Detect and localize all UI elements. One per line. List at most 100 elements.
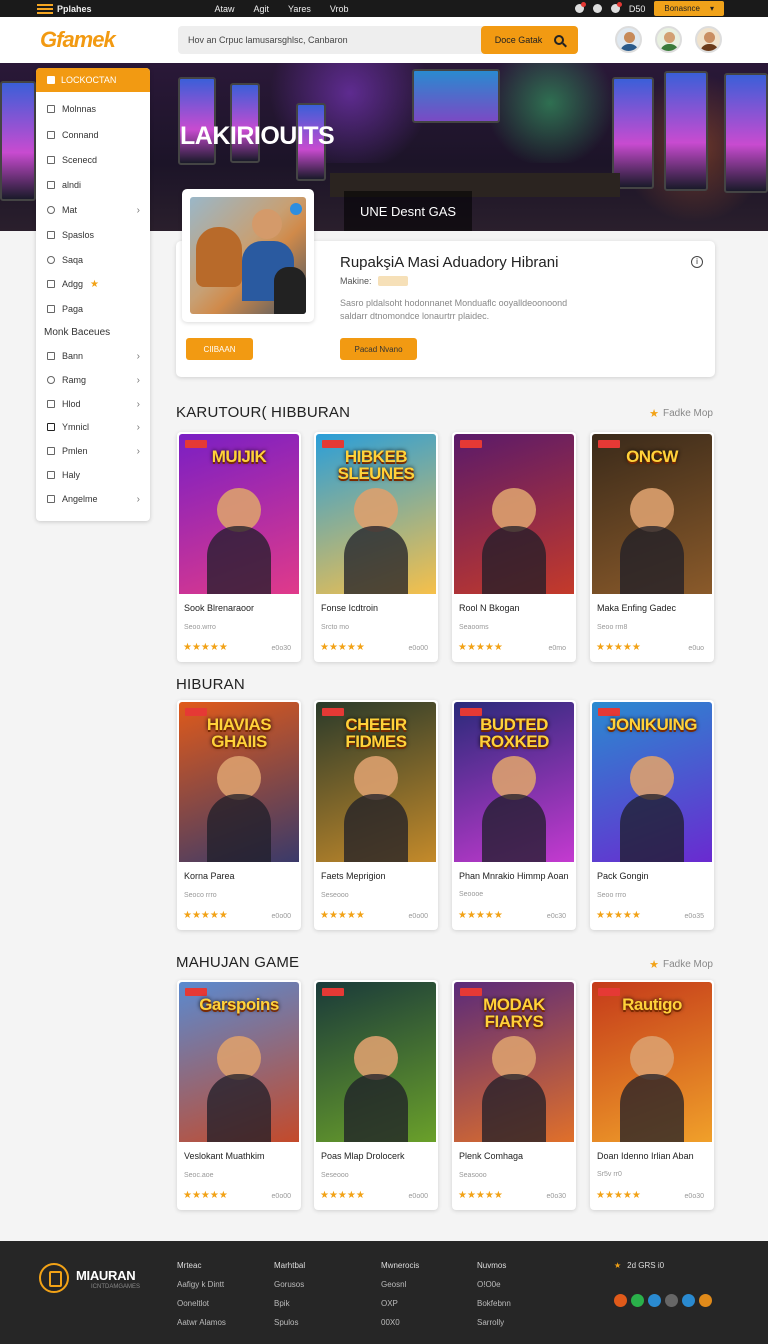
footer-link[interactable]: Aafigy k Dintt <box>177 1280 226 1299</box>
avatar[interactable] <box>615 26 642 53</box>
site-logo[interactable]: Gfamek <box>40 27 116 53</box>
home-icon <box>47 105 55 113</box>
featured-title[interactable]: RupakşiA Masi Aduadory Hibrani <box>340 254 558 271</box>
footer-link[interactable]: Ooneltlot <box>177 1299 226 1318</box>
game-subtitle: Sr5v rr0 <box>597 1171 622 1178</box>
game-title[interactable]: Fonse Icdtroin <box>321 603 433 614</box>
game-title[interactable]: Maka Enfing Gadec <box>597 603 709 614</box>
star-icon: ★ <box>649 408 659 420</box>
sidebar-item[interactable]: Bann › <box>36 347 150 365</box>
bonus-button[interactable]: Bonasnce ▾ <box>654 1 724 16</box>
sidebar-item[interactable]: Spaslos <box>36 226 150 244</box>
search-input[interactable]: Hov an Crpuc lamusarsghlsc, Canbaron <box>188 35 478 45</box>
sidebar-item[interactable]: Molnnas <box>36 100 150 118</box>
sidebar-item[interactable]: Hlod › <box>36 395 150 413</box>
page-icon <box>47 231 55 239</box>
social-icon[interactable] <box>631 1294 644 1307</box>
footer-link[interactable]: Sarrolly <box>477 1318 511 1337</box>
avatar[interactable] <box>695 26 722 53</box>
game-card[interactable]: Poas Mlap Drolocerk Seseooo ★★★★★ e0o00 <box>314 980 438 1210</box>
sidebar-item[interactable]: Connand <box>36 126 150 144</box>
footer-logo-icon[interactable] <box>39 1263 69 1293</box>
game-card[interactable]: Rool N Bkogan Seaooms ★★★★★ e0mo <box>452 432 576 662</box>
search-button[interactable]: Doce Gatak <box>481 26 578 54</box>
game-card[interactable]: Rautigo Doan Idenno Irlian Aban Sr5v rr0 ★★… <box>590 980 714 1210</box>
play-count: e0o00 <box>408 913 428 920</box>
footer-link[interactable]: Bpik <box>274 1299 305 1318</box>
sidebar-header[interactable]: LOCKOCTAN <box>36 68 150 92</box>
sidebar-item[interactable]: Paga <box>36 300 150 318</box>
settings-icon[interactable] <box>592 4 602 13</box>
game-card[interactable]: BUDTED ROXKED Phan Mnrakio Himmp Aoan Seoo… <box>452 700 576 930</box>
game-card[interactable]: MUIJIK Sook Blrenaraoor Seoo.wrro ★★★★★ e0o3… <box>177 432 301 662</box>
avatar[interactable] <box>655 26 682 53</box>
social-icon[interactable] <box>699 1294 712 1307</box>
footer-link[interactable]: O!O0e <box>477 1280 511 1299</box>
footer-column: Mrteac Aafigy k Dintt Ooneltlot Aatwr Al… <box>177 1261 226 1337</box>
game-card[interactable]: Garspoins Veslokant Muathkim Seoc.aoe ★★★★★… <box>177 980 301 1210</box>
footer-link[interactable]: Bokfebnn <box>477 1299 511 1318</box>
featured-thumbnail[interactable] <box>182 189 314 322</box>
game-title[interactable]: Plenk Comhaga <box>459 1151 571 1162</box>
game-title[interactable]: Korna Parea <box>184 871 296 882</box>
search-bar[interactable]: Hov an Crpuc lamusarsghlsc, Canbaron Doc… <box>178 26 578 54</box>
game-title[interactable]: Poas Mlap Drolocerk <box>321 1151 433 1162</box>
header: Gfamek Hov an Crpuc lamusarsghlsc, Canba… <box>0 17 768 63</box>
notification-icon[interactable] <box>574 2 586 13</box>
secondary-button[interactable]: Pacad Nvano <box>340 338 417 360</box>
sidebar-item[interactable]: Pmlen › <box>36 442 150 460</box>
featured-description: Sasro pldalsoht hodonnanet Monduaflc ooy… <box>340 298 568 321</box>
game-title[interactable]: Phan Mnrakio Himmp Aoan <box>459 871 571 882</box>
sidebar-item[interactable]: Ramg › <box>36 371 150 389</box>
game-subtitle: Seoooe <box>459 891 484 898</box>
game-card[interactable]: HIBKEB SLEUNES Fonse Icdtroin Srcto mo ★★★★… <box>314 432 438 662</box>
chevron-right-icon: › <box>136 421 140 433</box>
game-card[interactable]: CHEEIR FIDMES Faets Meprigion Seseooo ★★★★★… <box>314 700 438 930</box>
info-icon[interactable]: i <box>691 256 703 268</box>
play-count: e0o00 <box>408 1193 428 1200</box>
sidebar-item[interactable]: Haly <box>36 466 150 484</box>
game-title[interactable]: Doan Idenno Irlian Aban <box>597 1151 709 1162</box>
top-brand[interactable]: Pplahes <box>57 4 92 14</box>
game-card[interactable]: JONIKUING Pack Gongin Seoo rrro ★★★★★ e0o35 <box>590 700 714 930</box>
message-icon[interactable] <box>610 2 622 13</box>
footer-link[interactable]: 00X0 <box>381 1318 419 1337</box>
footer-link[interactable]: Gorusos <box>274 1280 305 1299</box>
see-more-link[interactable]: ★ Fadke Mop <box>649 958 713 971</box>
sidebar-item[interactable]: Ymnicl › <box>36 418 150 436</box>
sidebar-item[interactable]: Mat › <box>36 201 150 219</box>
game-card[interactable]: HIAVIAS GHAIIS Korna Parea Seoco rrro ★★★★★… <box>177 700 301 930</box>
hero-panel[interactable]: UNE Desnt GAS <box>344 191 472 231</box>
game-title[interactable]: Rool N Bkogan <box>459 603 571 614</box>
game-title[interactable]: Faets Meprigion <box>321 871 433 882</box>
primary-button[interactable]: CIIBAAN <box>186 338 253 360</box>
top-link[interactable]: Yares <box>288 4 311 14</box>
game-title[interactable]: Sook Blrenaraoor <box>184 603 296 614</box>
top-link[interactable]: Agit <box>254 4 270 14</box>
footer-link[interactable]: Geosnl <box>381 1280 419 1299</box>
game-title[interactable]: Veslokant Muathkim <box>184 1151 296 1162</box>
sidebar-item[interactable]: Scenecd <box>36 151 150 169</box>
social-icon[interactable] <box>682 1294 695 1307</box>
footer-link[interactable]: Spulos <box>274 1318 305 1337</box>
game-title[interactable]: Pack Gongin <box>597 871 709 882</box>
social-icon[interactable] <box>648 1294 661 1307</box>
social-icon[interactable] <box>665 1294 678 1307</box>
see-more-link[interactable]: ★ Fadke Mop <box>649 407 713 420</box>
game-card[interactable]: ONCW Maka Enfing Gadec Seoo rm8 ★★★★★ e0uo <box>590 432 714 662</box>
top-link[interactable]: Ataw <box>215 4 235 14</box>
sidebar-item[interactable]: alndi <box>36 176 150 194</box>
hamburger-menu-icon[interactable] <box>37 3 53 14</box>
game-cover-title: MUIJIK <box>211 447 267 466</box>
footer-brand[interactable]: MIAURAN <box>76 1268 136 1283</box>
sidebar-item[interactable]: Angelme › <box>36 490 150 508</box>
social-icon[interactable] <box>614 1294 627 1307</box>
sidebar-item[interactable]: Adgg ★ <box>36 275 150 293</box>
sidebar-item[interactable]: Saqa <box>36 251 150 269</box>
top-link[interactable]: Vrob <box>330 4 349 14</box>
footer-link[interactable]: Aatwr Alamos <box>177 1318 226 1337</box>
footer-link[interactable]: OXP <box>381 1299 419 1318</box>
game-card[interactable]: MODAK FIARYS Plenk Comhaga Seasooo ★★★★★ e0o… <box>452 980 576 1210</box>
footer-column-title: Nuvmos <box>477 1261 507 1270</box>
page-icon <box>47 495 55 503</box>
